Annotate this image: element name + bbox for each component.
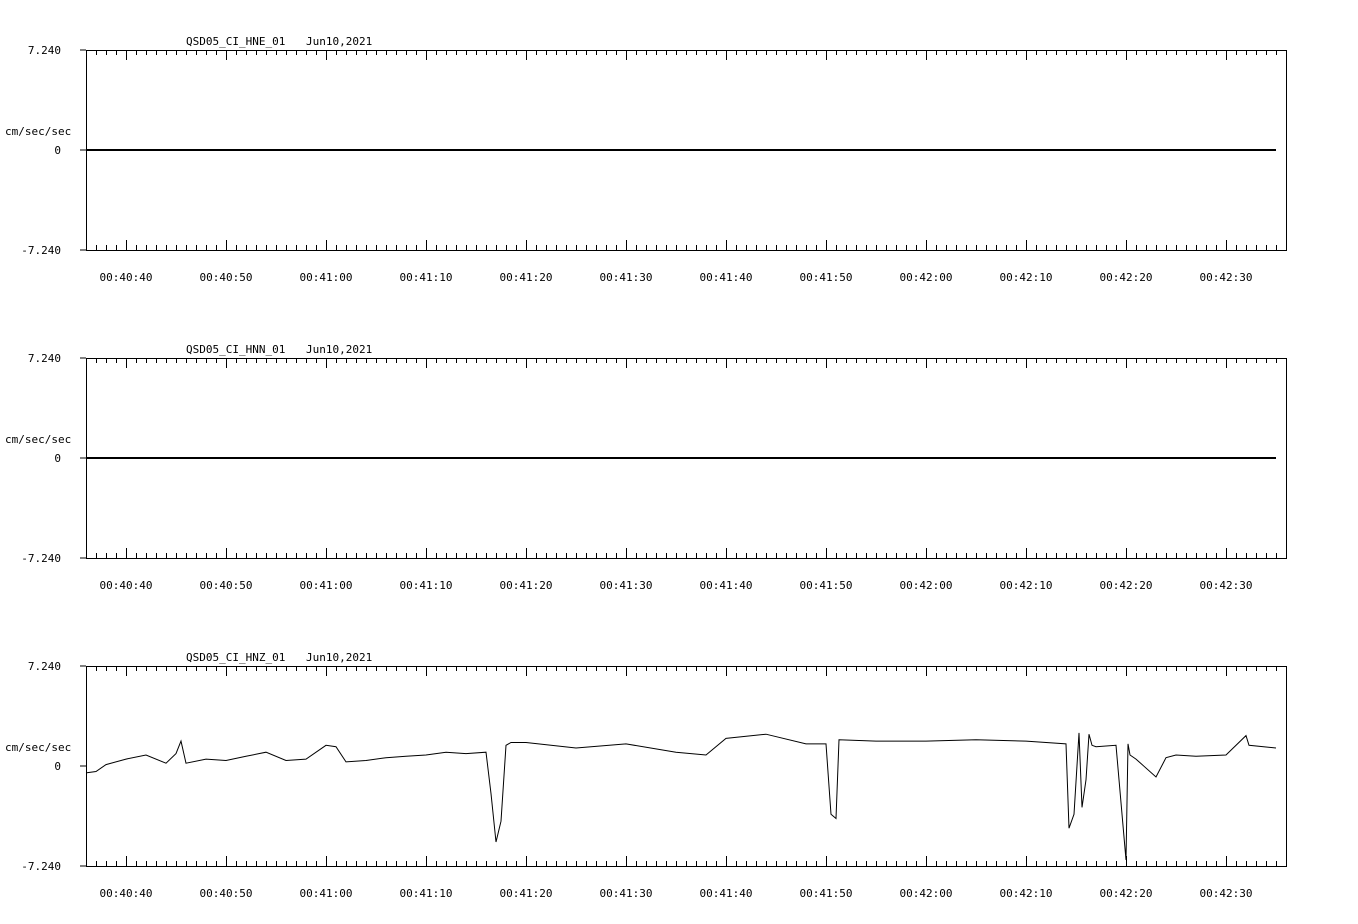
x-tick-label: 00:41:40 [700, 271, 753, 284]
x-tick-label: 00:42:30 [1200, 579, 1253, 592]
y-tick-label: -7.240 [21, 552, 61, 565]
x-tick-label: 00:42:30 [1200, 271, 1253, 284]
chart-title: QSD05_CI_HNN_01 [186, 343, 285, 356]
x-tick-label: 00:42:00 [900, 579, 953, 592]
x-tick-label: 00:41:10 [400, 887, 453, 900]
chart-panel-1: QSD05_CI_HNE_01 Jun10,2021 7.240 0 -7.240 cm/… [5, 35, 1287, 284]
y-axis-label: cm/sec/sec [5, 125, 71, 138]
x-tick-label: 00:41:00 [300, 579, 353, 592]
x-tick-label: 00:42:30 [1200, 887, 1253, 900]
x-tick-label: 00:41:20 [500, 887, 553, 900]
x-tick-label: 00:40:50 [200, 271, 253, 284]
x-tick-label: 00:41:20 [500, 271, 553, 284]
x-tick-label: 00:41:30 [600, 271, 653, 284]
series-line-1 [85, 732, 1277, 860]
y-tick-label: 7.240 [28, 352, 61, 365]
chart-date: Jun10,2021 [306, 343, 372, 356]
x-tick-label: 00:42:20 [1100, 271, 1153, 284]
x-tick-label: 00:41:00 [300, 271, 353, 284]
y-tick-label: -7.240 [21, 244, 61, 257]
seismogram-figure: QSD05_CI_HNE_01 Jun10,2021 7.240 0 -7.240 cm/… [5, 35, 1287, 900]
plot-frame [86, 666, 1287, 867]
y-tick-label: 0 [54, 452, 61, 465]
y-tick-label: 7.240 [28, 660, 61, 673]
x-tick-label: 00:42:00 [900, 887, 953, 900]
x-tick-label: 00:42:00 [900, 271, 953, 284]
x-tick-label: 00:40:50 [200, 579, 253, 592]
chart-title: QSD05_CI_HNE_01 [186, 35, 285, 48]
x-tick-label: 00:42:20 [1100, 887, 1153, 900]
x-tick-label: 00:41:10 [400, 579, 453, 592]
chart-panel-2: QSD05_CI_HNN_01 Jun10,2021 7.240 0 -7.240 cm/… [5, 343, 1287, 592]
x-tick-label: 00:40:40 [100, 271, 153, 284]
x-tick-label: 00:40:40 [100, 887, 153, 900]
x-tick-label: 00:41:30 [600, 887, 653, 900]
x-tick-label: 00:41:50 [800, 887, 853, 900]
y-tick-label: 0 [54, 760, 61, 773]
x-tick-label: 00:41:20 [500, 579, 553, 592]
x-tick-label: 00:41:00 [300, 887, 353, 900]
x-tick-label: 00:41:30 [600, 579, 653, 592]
x-tick-label: 00:42:10 [1000, 579, 1053, 592]
x-tick-label: 00:40:50 [200, 887, 253, 900]
y-axis-label: cm/sec/sec [5, 741, 71, 754]
x-tick-label: 00:41:50 [800, 579, 853, 592]
x-tick-label: 00:42:10 [1000, 887, 1053, 900]
y-tick-label: 7.240 [28, 44, 61, 57]
chart-panel-3: QSD05_CI_HNZ_01 Jun10,2021 7.240 0 -7.240 cm/… [5, 651, 1287, 900]
x-tick-label: 00:41:10 [400, 271, 453, 284]
x-tick-label: 00:41:40 [700, 887, 753, 900]
chart-date: Jun10,2021 [306, 651, 372, 664]
chart-date: Jun10,2021 [306, 35, 372, 48]
x-tick-label: 00:40:40 [100, 579, 153, 592]
x-tick-label: 00:42:20 [1100, 579, 1153, 592]
y-tick-label: 0 [54, 144, 61, 157]
x-tick-label: 00:41:50 [800, 271, 853, 284]
chart-title: QSD05_CI_HNZ_01 [186, 651, 285, 664]
y-axis-label: cm/sec/sec [5, 433, 71, 446]
x-tick-label: 00:41:40 [700, 579, 753, 592]
y-tick-label: -7.240 [21, 860, 61, 873]
x-tick-label: 00:42:10 [1000, 271, 1053, 284]
